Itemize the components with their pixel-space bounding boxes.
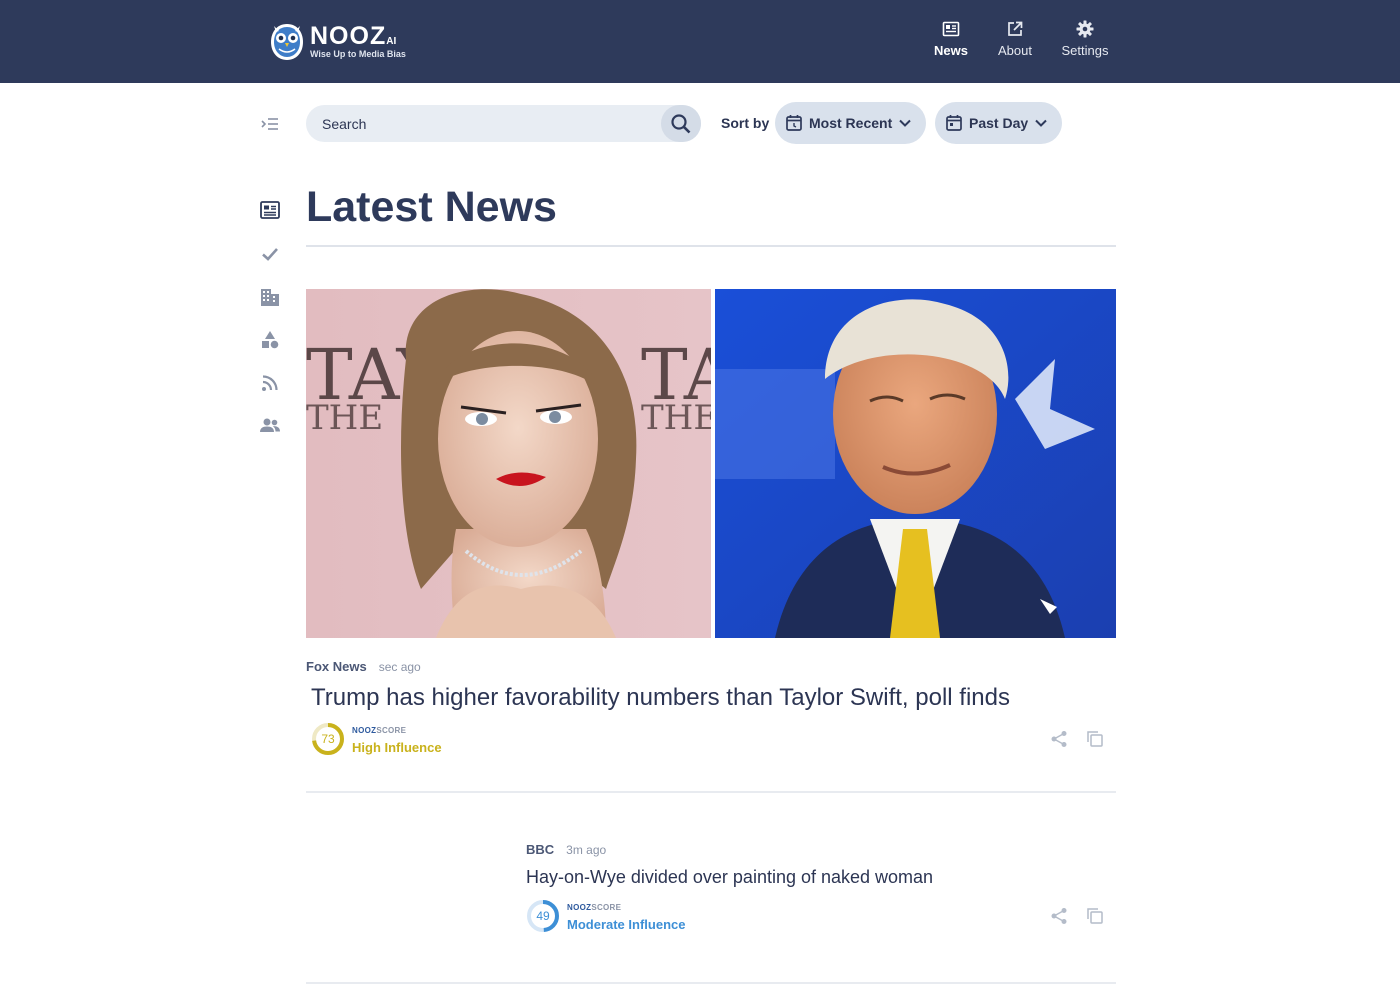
brand-suffix: AI xyxy=(386,36,397,47)
score-word: SCORE xyxy=(591,903,622,912)
copy-icon[interactable] xyxy=(1086,730,1104,748)
calendar-clock-icon xyxy=(786,115,802,131)
score-word: SCORE xyxy=(376,726,407,735)
score-brand: NOOZ xyxy=(352,726,377,735)
article-meta: BBC 3m ago xyxy=(526,842,606,857)
nav-news-label: News xyxy=(934,43,968,58)
calendar-icon xyxy=(946,115,962,131)
share-icon[interactable] xyxy=(1050,907,1068,925)
menu-collapse-icon[interactable] xyxy=(258,112,282,136)
nav-settings[interactable]: Settings xyxy=(1055,20,1115,58)
check-icon[interactable] xyxy=(258,242,282,266)
svg-text:THE: THE xyxy=(306,398,383,438)
svg-text:THE: THE xyxy=(641,398,711,438)
article-time: 3m ago xyxy=(566,843,607,857)
article-source[interactable]: Fox News xyxy=(306,659,367,674)
nav-news[interactable]: News xyxy=(926,20,976,58)
categories-icon[interactable] xyxy=(258,328,282,352)
score-value: 73 xyxy=(321,732,335,746)
article-divider xyxy=(306,791,1116,793)
page-title: Latest News xyxy=(306,183,557,231)
article-time: sec ago xyxy=(378,660,421,674)
chevron-down-icon xyxy=(899,119,911,127)
article-image-right[interactable] xyxy=(715,289,1116,638)
nooz-score-label: NOOZSCORE xyxy=(567,903,621,912)
gear-icon xyxy=(1076,20,1094,38)
article-image-left[interactable]: TAY THE TAY THE xyxy=(306,289,711,638)
title-divider xyxy=(306,245,1116,247)
newspaper-icon[interactable] xyxy=(258,198,282,222)
sort-order-value: Most Recent xyxy=(809,115,893,131)
nav-about-label: About xyxy=(998,43,1032,58)
article-divider xyxy=(306,982,1116,984)
search-icon xyxy=(671,113,691,133)
nav-settings-label: Settings xyxy=(1061,43,1109,58)
sort-label: Sort by xyxy=(721,115,770,131)
search-button[interactable] xyxy=(661,105,701,142)
time-range-dropdown[interactable]: Past Day xyxy=(935,102,1062,144)
top-navbar: NOOZAI Wise Up to Media Bias News About xyxy=(0,0,1400,83)
owl-logo-icon xyxy=(271,24,303,60)
people-icon[interactable] xyxy=(258,413,282,437)
article-meta: Fox News sec ago xyxy=(306,659,421,674)
sort-order-dropdown[interactable]: Most Recent xyxy=(775,102,926,144)
search-input[interactable] xyxy=(322,105,652,142)
article-source[interactable]: BBC xyxy=(526,842,554,857)
nooz-score-label: NOOZSCORE xyxy=(352,726,406,735)
nooz-score-gauge: 73 xyxy=(311,722,345,756)
building-icon[interactable] xyxy=(258,285,282,309)
article-headline[interactable]: Hay-on-Wye divided over painting of nake… xyxy=(526,867,933,888)
nooz-score-gauge: 49 xyxy=(526,899,560,933)
score-brand: NOOZ xyxy=(567,903,592,912)
search-bar xyxy=(306,105,701,142)
rss-icon[interactable] xyxy=(258,371,282,395)
nooz-logo[interactable]: NOOZAI Wise Up to Media Bias xyxy=(268,20,428,64)
chevron-down-icon xyxy=(1035,119,1047,127)
article-headline[interactable]: Trump has higher favorability numbers th… xyxy=(311,684,1010,712)
score-value: 49 xyxy=(536,909,550,923)
brand-name: NOOZAI xyxy=(310,22,396,51)
influence-label: Moderate Influence xyxy=(567,917,686,932)
share-icon[interactable] xyxy=(1050,730,1068,748)
external-link-icon xyxy=(1008,21,1023,36)
nav-about[interactable]: About xyxy=(990,20,1040,58)
brand-tagline: Wise Up to Media Bias xyxy=(310,49,406,59)
brand-name-text: NOOZ xyxy=(310,22,387,50)
newspaper-icon xyxy=(942,21,960,37)
time-range-value: Past Day xyxy=(969,115,1029,131)
copy-icon[interactable] xyxy=(1086,907,1104,925)
influence-label: High Influence xyxy=(352,740,442,755)
